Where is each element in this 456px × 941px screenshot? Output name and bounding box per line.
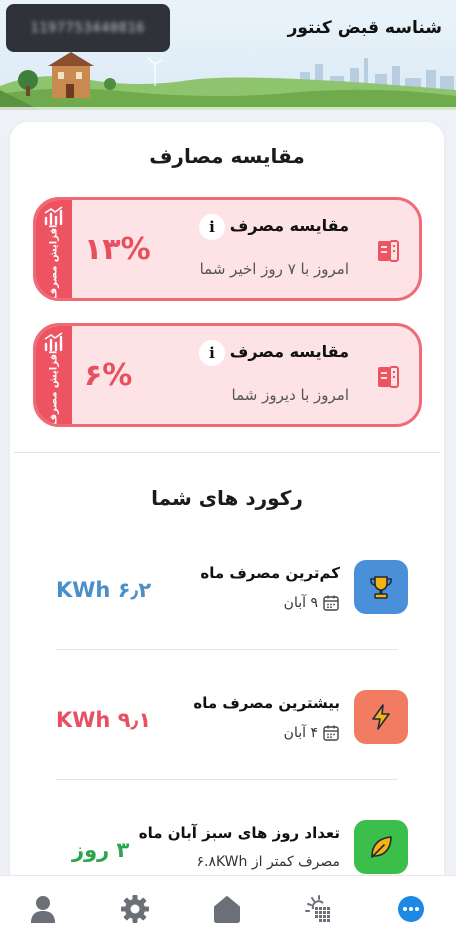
record-date: ۴ آبان: [284, 724, 340, 742]
header: شناسه قبض کنتور 1197753440816: [0, 0, 456, 110]
record-value: ۹٫۱ KWh: [56, 708, 152, 732]
info-button[interactable]: i: [199, 340, 225, 366]
record-icon-box: [354, 690, 408, 744]
nav-solar[interactable]: [302, 892, 336, 926]
increase-trend-icon: [44, 206, 63, 226]
increase-badge-label: افزایش مصرف: [48, 224, 60, 300]
trophy-icon: [370, 576, 392, 599]
more-icon: [398, 896, 424, 922]
increase-trend-icon: [44, 332, 63, 352]
record-title: بیشترین مصرف ماه: [193, 694, 340, 712]
comparison-percent: ۶%: [84, 357, 133, 393]
electric-meter-icon: [378, 240, 399, 262]
settings-icon: [121, 895, 149, 923]
nav-profile[interactable]: [26, 892, 60, 926]
landscape-illustration: [0, 52, 456, 110]
house-illustration: [48, 52, 94, 98]
calendar-icon: [323, 725, 339, 741]
comparison-subtitle: امروز با دیروز شما: [231, 386, 349, 404]
record-icon-box: [354, 820, 408, 874]
record-value: ۶٫۲ KWh: [56, 578, 152, 602]
record-value: ۳ روز: [72, 838, 130, 862]
bill-id-field[interactable]: 1197753440816: [6, 4, 170, 52]
info-button[interactable]: i: [199, 214, 225, 240]
profile-icon: [31, 896, 55, 923]
section-divider: [14, 452, 440, 453]
record-icon-box: [354, 560, 408, 614]
bill-id-masked: 1197753440816: [30, 20, 146, 36]
record-title: کم‌ترین مصرف ماه: [200, 564, 340, 582]
record-title: تعداد روز های سبز آبان ماه: [138, 824, 340, 842]
comparison-card[interactable]: افزایش مصرف ۱۳% مقایسه مصرف i امروز با ۷…: [33, 197, 422, 301]
record-subtitle-text: مصرف کمتر از ۶.۸KWh: [196, 854, 340, 870]
home-icon: [214, 896, 240, 923]
record-item[interactable]: کم‌ترین مصرف ماه ۹ آبان ۶٫۲ KWh: [10, 560, 444, 680]
increase-badge: افزایش مصرف: [36, 326, 72, 424]
comparison-percent: ۱۳%: [84, 231, 151, 267]
record-date-text: ۴ آبان: [283, 725, 318, 741]
record-subtitle: مصرف کمتر از ۶.۸KWh: [197, 854, 340, 870]
comparison-label: مقایسه مصرف: [229, 216, 349, 235]
record-divider: [56, 649, 398, 650]
record-item[interactable]: بیشترین مصرف ماه ۴ آبان ۹٫۱ KWh: [10, 690, 444, 810]
bottom-navigation: [0, 875, 456, 941]
electric-meter-icon: [378, 366, 399, 388]
comparison-subtitle: امروز با ۷ روز اخیر شما: [199, 260, 349, 278]
increase-badge-label: افزایش مصرف: [48, 350, 60, 426]
wind-turbine-illustration: [147, 57, 163, 86]
comparison-label: مقایسه مصرف: [229, 342, 349, 361]
record-date-text: ۹ آبان: [283, 595, 318, 611]
comparison-card[interactable]: افزایش مصرف ۶% مقایسه مصرف i امروز با دی…: [33, 323, 422, 427]
nav-more[interactable]: [394, 892, 428, 926]
increase-badge: افزایش مصرف: [36, 200, 72, 298]
nav-home[interactable]: [210, 892, 244, 926]
comparison-title: مقایسه مصارف: [149, 144, 305, 168]
header-title: شناسه قبض کنتور: [287, 18, 442, 38]
calendar-icon: [323, 595, 339, 611]
records-title: رکورد های شما: [151, 486, 303, 510]
main-card: مقایسه مصارف افزایش مصرف ۱۳% مقایسه مصرف…: [10, 122, 444, 902]
solar-icon: [305, 895, 330, 922]
lightning-icon: [372, 704, 390, 730]
record-divider: [56, 779, 398, 780]
leaf-icon: [371, 836, 392, 858]
nav-settings[interactable]: [118, 892, 152, 926]
record-date: ۹ آبان: [284, 594, 340, 612]
